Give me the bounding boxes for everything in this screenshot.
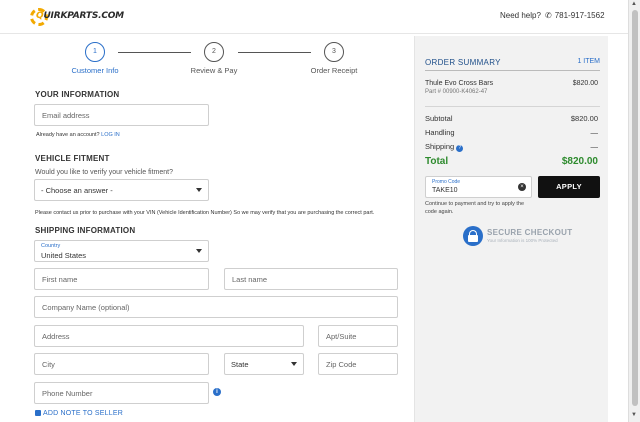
shipping-information-title: SHIPPING INFORMATION: [35, 226, 136, 235]
product-price: $820.00: [572, 80, 598, 87]
need-help-text: Need help?: [500, 11, 541, 20]
logo-text: QUIRKPARTS.COM: [36, 11, 124, 21]
step-label: Order Receipt: [310, 66, 358, 75]
country-value: United States: [41, 251, 87, 260]
company-input[interactable]: [35, 297, 397, 317]
subtotal-label: Subtotal: [425, 114, 453, 123]
step-label: Review & Pay: [190, 66, 238, 75]
handling-value: —: [590, 128, 599, 137]
promo-code-value[interactable]: TAKE10: [432, 187, 458, 194]
handling-label: Handling: [425, 128, 455, 137]
account-prompt: Already have an account? LOG IN: [36, 132, 120, 138]
secure-checkout-subtitle: Your Information is 100% Protected: [487, 238, 558, 243]
order-summary-title: ORDER SUMMARY: [425, 58, 501, 67]
shipping-value: —: [590, 142, 599, 151]
apt-suite-field[interactable]: [318, 325, 398, 347]
your-information-title: YOUR INFORMATION: [35, 90, 120, 99]
phone-icon: ✆: [545, 11, 552, 20]
step-number: 3: [324, 42, 344, 62]
fitment-select-value: - Choose an answer -: [41, 186, 113, 195]
promo-code-field[interactable]: Promo Code TAKE10 ×: [425, 176, 532, 198]
email-field[interactable]: [34, 104, 209, 126]
last-name-input[interactable]: [225, 269, 397, 289]
scroll-up-icon[interactable]: ▲: [631, 1, 637, 7]
phone-input[interactable]: [35, 383, 208, 403]
scroll-down-icon[interactable]: ▼: [631, 412, 637, 418]
page-scrollbar[interactable]: ▲ ▼: [628, 0, 640, 422]
phone-field[interactable]: [34, 382, 209, 404]
zip-code-field[interactable]: [318, 353, 398, 375]
country-label: Country: [41, 243, 61, 249]
note-icon: [35, 410, 41, 417]
total-label: Total: [425, 156, 449, 167]
phone-link[interactable]: ✆ 781-917-1562: [545, 11, 605, 20]
zip-code-input[interactable]: [319, 354, 397, 374]
product-name: Thule Evo Cross Bars: [425, 80, 494, 87]
chevron-down-icon: [291, 362, 297, 366]
secure-checkout-badge: SECURE CHECKOUT Your Information is 100%…: [463, 226, 583, 248]
state-select[interactable]: State: [224, 353, 304, 375]
step-number: 1: [85, 42, 105, 62]
secure-checkout-title: SECURE CHECKOUT: [487, 228, 573, 237]
shipping-label: Shipping?: [425, 142, 464, 152]
divider: [425, 106, 600, 107]
total-value: $820.00: [561, 156, 598, 167]
order-summary-header: ORDER SUMMARY 1 ITEM: [425, 58, 600, 71]
login-link[interactable]: LOG IN: [101, 132, 120, 138]
top-header: QUIRKPARTS.COM Need help? ✆ 781-917-1562: [0, 0, 628, 34]
first-name-input[interactable]: [35, 269, 208, 289]
promo-note: Continue to payment and try to apply the…: [425, 201, 525, 215]
address-input[interactable]: [35, 326, 303, 346]
vin-note: Please contact us prior to purchase with…: [35, 210, 375, 216]
step-review-pay: 2 Review & Pay: [169, 42, 259, 75]
step-number: 2: [204, 42, 224, 62]
vehicle-fitment-title: VEHICLE FITMENT: [35, 154, 110, 163]
order-summary-panel: ORDER SUMMARY 1 ITEM Thule Evo Cross Bar…: [414, 36, 608, 422]
apply-button[interactable]: APPLY: [538, 176, 600, 198]
first-name-field[interactable]: [34, 268, 209, 290]
city-input[interactable]: [35, 354, 208, 374]
chevron-down-icon: [196, 188, 202, 192]
item-count[interactable]: 1 ITEM: [577, 58, 600, 65]
subtotal-value: $820.00: [570, 114, 598, 123]
fitment-select[interactable]: - Choose an answer -: [34, 179, 209, 201]
company-field[interactable]: [34, 296, 398, 318]
last-name-field[interactable]: [224, 268, 398, 290]
step-order-receipt: 3 Order Receipt: [289, 42, 379, 75]
info-icon[interactable]: i: [213, 388, 221, 396]
checkout-stepper: 1 Customer Info 2 Review & Pay 3 Order R…: [36, 42, 406, 76]
apt-suite-input[interactable]: [319, 326, 397, 346]
help-icon[interactable]: ?: [456, 145, 464, 152]
state-select-value: State: [231, 360, 249, 369]
quirkparts-logo[interactable]: QUIRKPARTS.COM: [30, 8, 124, 26]
clear-icon[interactable]: ×: [518, 183, 526, 191]
city-field[interactable]: [34, 353, 209, 375]
lock-icon: [463, 226, 483, 246]
step-customer-info: 1 Customer Info: [50, 42, 140, 75]
scrollbar-thumb[interactable]: [632, 10, 638, 406]
fitment-question: Would you like to verify your vehicle fi…: [35, 169, 173, 176]
add-note-button[interactable]: ADD NOTE TO SELLER: [35, 410, 123, 417]
country-select[interactable]: Country United States: [34, 240, 209, 262]
product-part-number: Part # 00900-K4062-47: [425, 89, 488, 95]
step-label: Customer Info: [71, 66, 119, 75]
email-input[interactable]: [35, 105, 208, 125]
address-field[interactable]: [34, 325, 304, 347]
promo-code-label: Promo Code: [432, 179, 461, 185]
chevron-down-icon: [196, 249, 202, 253]
